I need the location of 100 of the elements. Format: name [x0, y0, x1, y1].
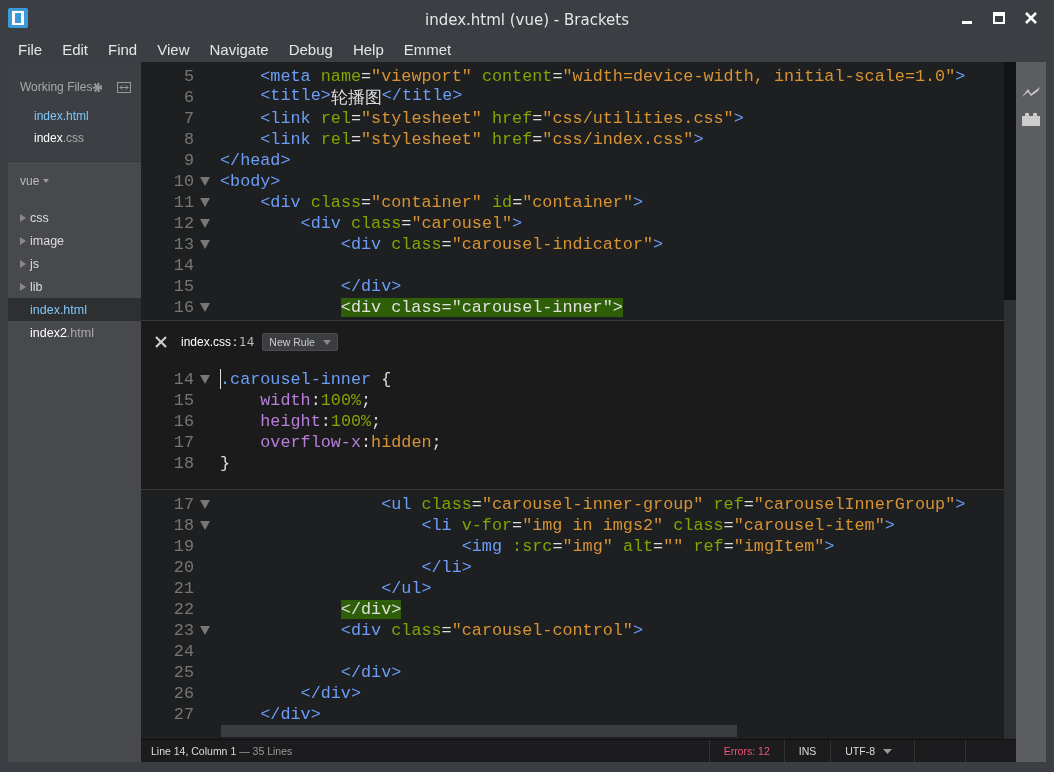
line-number: 5 — [182, 67, 194, 86]
folder-name[interactable]: css — [30, 210, 49, 225]
line-number: 10 — [172, 172, 194, 191]
encoding-dropdown[interactable]: UTF-8 — [830, 740, 914, 762]
code-line: </div> — [299, 684, 361, 704]
code-line: <link rel="stylesheet" href="css/utilities.css"> — [259, 109, 744, 128]
code-line: <body> — [220, 172, 281, 191]
menu-item[interactable]: Find — [98, 40, 148, 58]
insert-mode[interactable]: INS — [783, 740, 831, 762]
code-line: height:100%; — [259, 412, 382, 432]
line-number: 23 — [172, 621, 194, 641]
expand-arrow-icon[interactable] — [20, 282, 26, 291]
line-number: 6 — [182, 88, 194, 107]
line-number: 13 — [172, 235, 194, 254]
file-name: index.css — [181, 335, 232, 350]
extension-icon[interactable] — [1022, 112, 1040, 126]
code-line: <div class="carousel"> — [299, 214, 523, 233]
menu-item[interactable]: File — [8, 40, 53, 58]
line-number: 14 — [239, 335, 255, 350]
expand-arrow-icon[interactable] — [20, 259, 26, 268]
code-line: <li v-for="img in imgs2" class="carousel-item"> — [420, 516, 895, 536]
line-number: 19 — [172, 537, 194, 557]
close-icon[interactable] — [155, 336, 167, 349]
line-number: 15 — [172, 391, 194, 411]
cursor-position: Line 14, Column 1 — [150, 745, 237, 757]
app-logo-icon — [8, 8, 28, 28]
menu-item[interactable]: Navigate — [199, 40, 279, 58]
settings-icon[interactable] — [92, 81, 104, 93]
code-line: <title>轮播图</title> — [259, 86, 463, 109]
fold-arrow-icon[interactable] — [200, 177, 210, 186]
scrollbar-thumb[interactable] — [221, 725, 737, 738]
fold-arrow-icon[interactable] — [200, 500, 210, 510]
menu-item[interactable]: Debug — [278, 40, 343, 58]
caret-icon — [322, 339, 331, 345]
working-file[interactable]: index.html — [8, 105, 141, 127]
line-number: 21 — [172, 579, 194, 599]
code-line: .carousel-inner { — [220, 370, 392, 390]
code-line: overflow-x:hidden; — [259, 433, 442, 453]
code-line: </div> — [339, 277, 402, 296]
code-line: <link rel="stylesheet" href="css/index.css"> — [259, 130, 704, 149]
working-file[interactable]: index.css — [8, 127, 141, 149]
code-line: </ul> — [380, 579, 432, 599]
line-number: 17 — [172, 433, 194, 453]
code-line: <div class="container" id="container"> — [259, 193, 644, 212]
maximize-icon — [993, 12, 1005, 24]
expand-arrow-icon[interactable] — [20, 213, 26, 222]
fold-arrow-icon[interactable] — [200, 375, 210, 385]
line-number: 18 — [172, 454, 194, 474]
fold-arrow-icon[interactable] — [200, 626, 210, 636]
fold-arrow-icon[interactable] — [200, 240, 210, 249]
line-number: 20 — [172, 558, 194, 578]
line-number: 26 — [172, 684, 194, 704]
line-number: 11 — [172, 193, 194, 212]
live-preview-icon[interactable] — [1021, 86, 1041, 98]
code-line: </div> — [259, 705, 321, 725]
new-rule-dropdown[interactable]: New Rule — [262, 333, 338, 352]
separator: : — [233, 335, 238, 350]
line-number: 16 — [172, 412, 194, 432]
line-number: 27 — [172, 705, 194, 725]
code-line: width:100%; — [259, 391, 372, 411]
close-icon — [1025, 12, 1037, 24]
code-line: </li> — [420, 558, 472, 578]
code-line: <meta name="viewport" content="width=device-width, initial-scale=1.0"> — [259, 67, 966, 86]
fold-arrow-icon[interactable] — [200, 521, 210, 531]
minimize-icon — [962, 20, 972, 24]
menu-item[interactable]: Help — [342, 40, 394, 58]
folder-name[interactable]: image — [30, 233, 65, 248]
code-line: <div class="carousel-indicator"> — [339, 235, 664, 254]
code-line: </head> — [220, 151, 291, 170]
error-count[interactable]: Errors: 12 — [708, 740, 784, 762]
fold-arrow-icon[interactable] — [200, 198, 210, 207]
scrollbar-thumb[interactable] — [1004, 62, 1016, 300]
line-number: 14 — [172, 256, 194, 275]
line-number: 9 — [182, 151, 194, 170]
split-view-icon[interactable] — [117, 81, 132, 93]
code-line: </div> — [339, 663, 402, 683]
fold-arrow-icon[interactable] — [200, 303, 210, 312]
line-count: — 35 Lines — [238, 745, 293, 757]
code-line: <div class="carousel-control"> — [339, 621, 644, 641]
fold-arrow-icon[interactable] — [200, 219, 210, 228]
folder-name[interactable]: js — [30, 256, 40, 271]
tree-file[interactable]: index.html — [8, 298, 141, 321]
line-number: 18 — [172, 516, 194, 536]
line-number: 22 — [172, 600, 194, 620]
line-number: 17 — [172, 495, 194, 515]
project-name[interactable]: vue — [20, 174, 40, 188]
caret-icon — [883, 748, 892, 754]
section-title: Working Files — [20, 80, 93, 94]
menu-item[interactable]: Emmet — [393, 40, 462, 58]
line-number: 8 — [182, 130, 194, 149]
tree-file[interactable]: index2.html — [8, 321, 141, 344]
menu-item[interactable]: Edit — [52, 40, 99, 58]
code-line: } — [220, 454, 231, 474]
line-number: 16 — [172, 298, 194, 317]
line-number: 24 — [172, 642, 194, 662]
window-title: index.html (vue) - Brackets — [425, 11, 629, 29]
code-line: <img :src="img" alt="" ref="imgItem"> — [460, 537, 835, 557]
menu-item[interactable]: View — [147, 40, 200, 58]
expand-arrow-icon[interactable] — [20, 236, 26, 245]
folder-name[interactable]: lib — [30, 279, 43, 294]
